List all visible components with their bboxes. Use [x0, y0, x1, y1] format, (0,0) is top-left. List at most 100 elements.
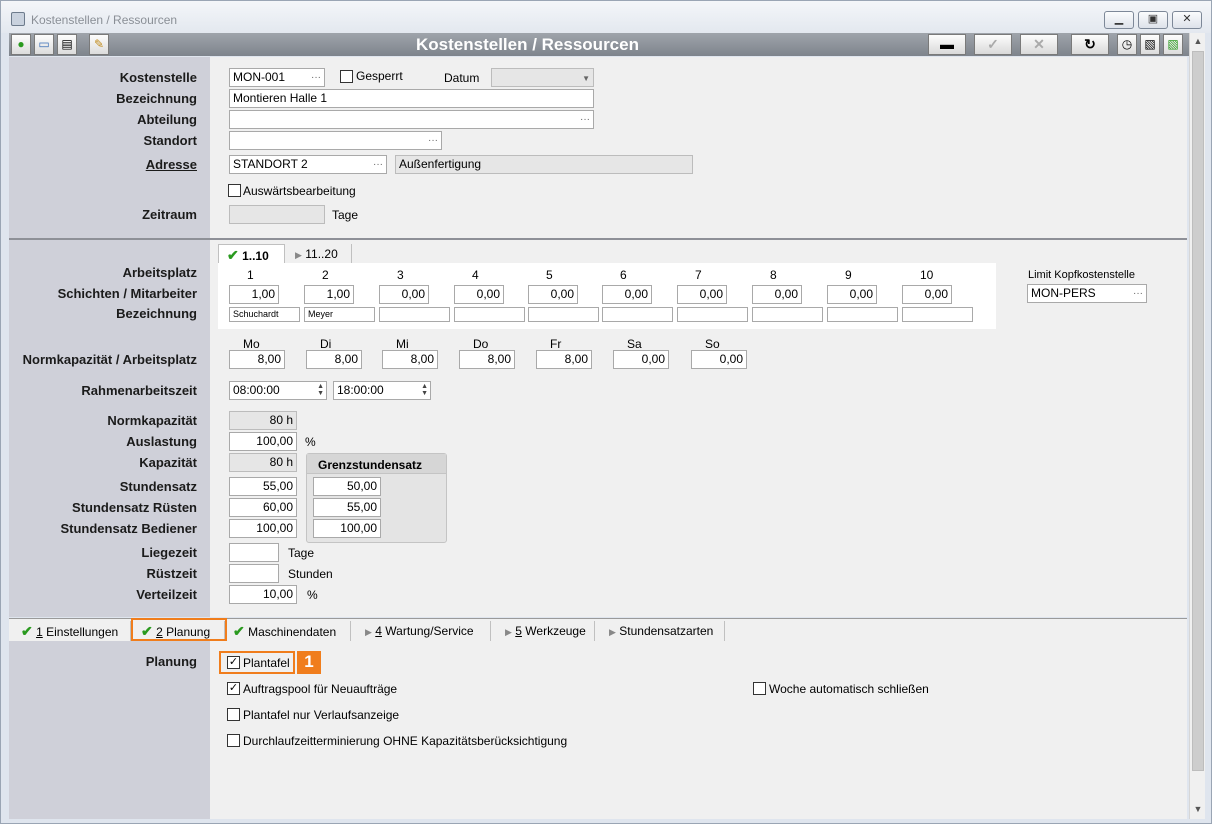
ruestzeit-field[interactable] — [229, 564, 279, 583]
minus-button[interactable]: ▬ — [928, 34, 966, 55]
weekday-capacity-field[interactable]: 0,00 — [613, 350, 669, 369]
confirm-button[interactable]: ✓ — [974, 34, 1012, 55]
search-tool-icon[interactable]: ✎ — [89, 34, 109, 55]
plantafel-checkbox[interactable]: ✓ — [227, 656, 240, 669]
auftragspool-label: Auftragspool für Neuaufträge — [243, 682, 398, 696]
scroll-up-icon[interactable]: ▲ — [1190, 33, 1206, 49]
stundensatz-field[interactable]: 55,00 — [229, 477, 297, 496]
kostenstelle-field[interactable]: MON-001 ··· — [229, 68, 325, 87]
lookup-ellipsis-icon[interactable]: ··· — [580, 111, 590, 128]
scroll-down-icon[interactable]: ▼ — [1190, 801, 1206, 817]
datum-label: Datum — [444, 71, 480, 85]
woche-checkbox[interactable] — [753, 682, 766, 695]
liegezeit-field[interactable] — [229, 543, 279, 562]
tab-1-10-label: 1..10 — [242, 249, 269, 263]
limit-value: MON-PERS — [1031, 286, 1096, 300]
abteilung-label: Abteilung — [137, 112, 197, 127]
toolbar-title: Kostenstellen / Ressourcen — [416, 35, 639, 54]
spinner-icon[interactable]: ▲ ▼ — [317, 383, 324, 397]
ap-bezeichnung-field[interactable] — [827, 307, 898, 322]
chevron-down-icon: ▼ — [582, 74, 590, 83]
lookup-ellipsis-icon[interactable]: ··· — [1133, 285, 1143, 302]
weekday-capacity-field[interactable]: 8,00 — [229, 350, 285, 369]
ap-bezeichnung-field[interactable] — [379, 307, 450, 322]
minimize-button[interactable]: ▁ — [1104, 11, 1134, 29]
schichten-field[interactable]: 1,00 — [304, 285, 354, 304]
close-button[interactable]: ✕ — [1172, 11, 1202, 29]
datum-dropdown[interactable]: ▼ — [491, 68, 594, 87]
weekday-capacity-field[interactable]: 8,00 — [459, 350, 515, 369]
ap-bezeichnung-field[interactable] — [902, 307, 973, 322]
spinner-icon[interactable]: ▲ ▼ — [421, 383, 428, 397]
vertical-scrollbar[interactable]: ▲ ▼ — [1189, 33, 1205, 819]
abteilung-field[interactable]: ··· — [229, 110, 594, 129]
schichten-field[interactable]: 0,00 — [379, 285, 429, 304]
woche-label: Woche automatisch schließen — [769, 682, 929, 696]
weekday-capacity-field[interactable]: 0,00 — [691, 350, 747, 369]
durchlauf-checkbox[interactable] — [227, 734, 240, 747]
tab-wartung[interactable]: ▶ 4 Wartung/Service — [351, 621, 491, 641]
schichten-field[interactable]: 0,00 — [902, 285, 952, 304]
ok-icon[interactable]: ● — [11, 34, 31, 55]
auftragspool-checkbox[interactable]: ✓ — [227, 682, 240, 695]
cube-green-icon[interactable]: ▧ — [1163, 34, 1183, 55]
cube-icon[interactable]: ▧ — [1140, 34, 1160, 55]
stundensatz-grenz-field[interactable]: 50,00 — [313, 477, 381, 496]
verlauf-checkbox[interactable] — [227, 708, 240, 721]
normkap-field: 80 h — [229, 411, 297, 430]
refresh-button[interactable]: ↻ — [1071, 34, 1109, 55]
clock-icon[interactable]: ◷ — [1117, 34, 1137, 55]
ap-bezeichnung-field[interactable] — [528, 307, 599, 322]
lookup-ellipsis-icon[interactable]: ··· — [311, 69, 321, 86]
rahmen-to-field[interactable]: 18:00:00 ▲ ▼ — [333, 381, 431, 400]
tab-stundensatzarten[interactable]: ▶ Stundensatzarten — [595, 621, 725, 641]
schichten-field[interactable]: 0,00 — [752, 285, 802, 304]
bediener-grenz-field[interactable]: 100,00 — [313, 519, 381, 538]
schichten-field[interactable]: 1,00 — [229, 285, 279, 304]
schichten-field[interactable]: 0,00 — [528, 285, 578, 304]
zeitraum-unit: Tage — [332, 208, 359, 222]
schichten-field[interactable]: 0,00 — [827, 285, 877, 304]
maximize-button[interactable]: ▣ — [1138, 11, 1168, 29]
adresse-link[interactable]: Adresse — [9, 157, 197, 172]
tab-11-20[interactable]: ▶ 11..20 — [285, 244, 352, 264]
weekday-capacity-field[interactable]: 8,00 — [306, 350, 362, 369]
tab-maschinendaten[interactable]: ✔ Maschinendaten — [227, 621, 351, 641]
limit-field[interactable]: MON-PERS ··· — [1027, 284, 1147, 303]
auslastung-field[interactable]: 100,00 — [229, 432, 297, 451]
document-icon[interactable]: ▤ — [57, 34, 77, 55]
ap-bezeichnung-field[interactable] — [752, 307, 823, 322]
ruesten-grenz-field[interactable]: 55,00 — [313, 498, 381, 517]
schichten-field[interactable]: 0,00 — [602, 285, 652, 304]
lookup-ellipsis-icon[interactable]: ··· — [428, 132, 438, 149]
verteilzeit-field[interactable]: 10,00 — [229, 585, 297, 604]
bezeichnung-field[interactable]: Montieren Halle 1 — [229, 89, 594, 108]
ap-bezeichnung-field[interactable] — [454, 307, 525, 322]
standort-field[interactable]: ··· — [229, 131, 442, 150]
auswaerts-checkbox[interactable] — [228, 184, 241, 197]
tab-einstellungen[interactable]: ✔ 1 Einstellungen — [13, 621, 131, 641]
tab-werkzeuge[interactable]: ▶ 5 Werkzeuge — [491, 621, 595, 641]
ap-bezeichnung-field[interactable] — [602, 307, 673, 322]
annotation-badge: 1 — [297, 651, 321, 674]
schichten-field[interactable]: 0,00 — [677, 285, 727, 304]
weekday-label: Di — [320, 337, 332, 351]
ap-bezeichnung-field[interactable]: Schuchardt — [229, 307, 300, 322]
bediener-field[interactable]: 100,00 — [229, 519, 297, 538]
adresse-field[interactable]: STANDORT 2 ··· — [229, 155, 387, 174]
scrollbar-thumb[interactable] — [1192, 51, 1204, 771]
lookup-ellipsis-icon[interactable]: ··· — [373, 156, 383, 173]
weekday-capacity-field[interactable]: 8,00 — [536, 350, 592, 369]
cancel-button[interactable]: ✕ — [1020, 34, 1058, 55]
rahmen-from-field[interactable]: 08:00:00 ▲ ▼ — [229, 381, 327, 400]
tab-1-10[interactable]: ✔ 1..10 — [218, 244, 285, 264]
ap-bezeichnung-field[interactable] — [677, 307, 748, 322]
window-icon[interactable]: ▭ — [34, 34, 54, 55]
gesperrt-checkbox[interactable] — [340, 70, 353, 83]
weekday-capacity-field[interactable]: 8,00 — [382, 350, 438, 369]
ap-bezeichnung-field[interactable]: Meyer — [304, 307, 375, 322]
schichten-field[interactable]: 0,00 — [454, 285, 504, 304]
ruesten-field[interactable]: 60,00 — [229, 498, 297, 517]
adresse-description: Außenfertigung — [395, 155, 693, 174]
arrow-right-icon: ▶ — [609, 627, 616, 637]
